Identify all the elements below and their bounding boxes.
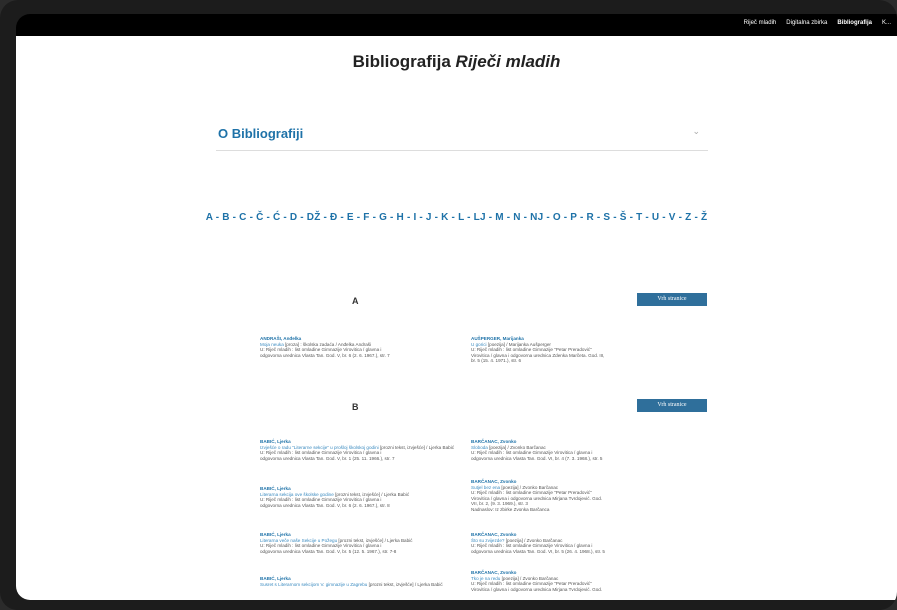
entry-type: [poezija] / Zvonko Barčanac [501,575,559,581]
about-accordion[interactable]: O Bibliografiji ⌄ [216,120,708,151]
entry-type: [prozni tekst, izvješće] / Ljerka Babić [335,491,410,497]
chevron-down-icon[interactable]: ⌄ [692,126,700,137]
entry-title[interactable]: Što su zvijezde? [471,538,504,543]
entry-type: [poezija] / Marijanka Aušperger [487,341,551,347]
section-letter-b: B [352,402,359,412]
entry-b-5: BABIĆ, Ljerka Literarna veče naše Sekcij… [260,532,460,554]
entry-type: [prozni tekst, izvješće] / Ljerka Babić [338,537,413,543]
page-content: Bibliografija Riječi mladih O Bibliograf… [16,36,897,600]
entry-title[interactable]: Moja neuka [260,342,284,347]
back-to-top-button-b[interactable]: Vrh stranice [637,399,707,412]
entry-title[interactable]: Izvješće o radu "Literarne sekcije" u pr… [260,445,379,450]
nav-item-digitalna-zbirka[interactable]: Digitalna zbirka [786,20,827,26]
top-nav: Riječ mladih Digitalna zbirka Bibliograf… [16,14,897,36]
entry-title[interactable]: Literarna veče naše Sekcije u Požegu [260,538,337,543]
entry-b-7: BABIĆ, Ljerka Susret s Literarnom sekcij… [260,576,460,587]
entry-source: odgovorna urednica Vlasta Tan. God. V, b… [260,352,390,358]
back-to-top-button-a[interactable]: Vrh stranice [637,293,707,306]
entry-source: br. 5 (15. 4. 1971.), str. 6 [471,358,522,364]
entry-b-4: BARČANAC, Zvonko Sutjel bez ena [poezija… [471,479,671,513]
nav-item-more[interactable]: K... [882,20,891,26]
device-frame: Riječ mladih Digitalna zbirka Bibliograf… [0,0,897,610]
entry-source: odgovorna urednica Vlasta Tan. God. VI, … [471,548,605,554]
title-italic: Riječi mladih [455,52,561,71]
entry-a-2: AUŠPERGER, Marijanka U gorici [poezija] … [471,336,671,364]
title-prefix: Bibliografija [352,52,451,71]
bottom-bezel [0,600,897,610]
entry-source: odgovorna urednica Vlasta Tan. God. V, b… [260,548,397,554]
entry-type: [poezija] / Zvonko Barčanac [489,444,546,450]
nav-item-bibliografija[interactable]: Bibliografija [837,20,872,26]
entry-title[interactable]: Susret s Literarnom sekcijom V. gimnazij… [260,582,367,587]
page-title: Bibliografija Riječi mladih [16,52,897,72]
entry-type: [prozni tekst, izvješće] / Ljerka Babić [379,444,455,450]
entry-title[interactable]: Sloboda [471,445,488,450]
entry-type: [proza] : školska zadaća / Anđelka Andra… [285,341,372,347]
entry-title[interactable]: Tko je na redu [471,576,500,581]
alphabet-index[interactable]: A - B - C - Č - Ć - D - DŽ - Đ - E - F -… [16,212,897,223]
entry-title[interactable]: Sutjel bez ena [471,485,500,490]
entry-source: Virovitica / glavna i odgovorna urednica… [471,586,603,592]
entry-b-1: BABIĆ, Ljerka Izvješće o radu "Literarne… [260,439,460,461]
about-title: O Bibliografiji [218,126,304,141]
entry-title[interactable]: U gorici [471,342,487,347]
entry-source: odgovorna urednica Vlasta Tan. God. V, b… [260,502,390,508]
section-letter-a: A [352,296,359,306]
entry-title[interactable]: Literarna sekcija ove školske godine [260,492,334,497]
entry-b-2: BARČANAC, Zvonko Sloboda [poezija] / Zvo… [471,439,671,461]
entry-source: Nadnaslov: Iz zbirke Zvonka Barčanca [471,506,550,512]
entry-source: odgovorna urednica Vlasta Tan. God. V, b… [260,455,395,461]
entry-b-8: BARČANAC, Zvonko Tko je na redu [poezija… [471,570,671,592]
nav-item-rijec-mladih[interactable]: Riječ mladih [744,20,777,26]
entry-type: [poezija] / Zvonko Barčanac [501,484,559,490]
entry-a-1: ANDRAŠI, Anđelka Moja neuka [proza] : šk… [260,336,460,358]
entry-b-6: BARČANAC, Zvonko Što su zvijezde? [poezi… [471,532,671,554]
entry-type: [prozni tekst, izvješće] / Ljerka Babić [368,581,443,587]
entry-b-3: BABIĆ, Ljerka Literarna sekcija ove škol… [260,486,460,508]
entry-type: [poezija] / Zvonko Barčanac [505,537,563,543]
entry-source: odgovorna urednica Vlasta Tan. God. VI, … [471,455,603,461]
